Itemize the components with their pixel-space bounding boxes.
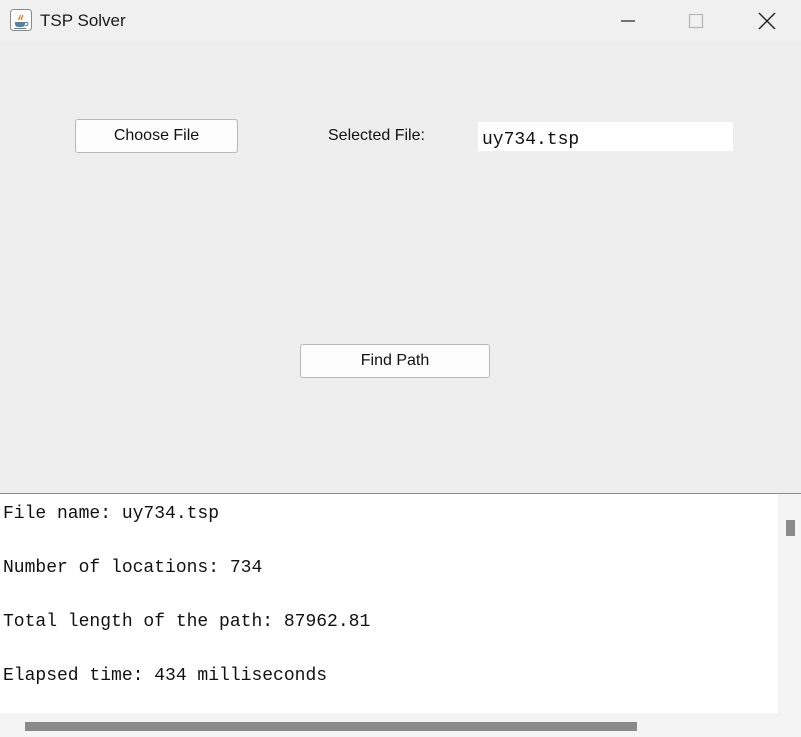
output-text: File name: uy734.tsp Number of locations… xyxy=(3,502,773,718)
main-panel: Choose File Selected File: uy734.tsp Fin… xyxy=(0,42,801,493)
output-text-area[interactable]: File name: uy734.tsp Number of locations… xyxy=(0,493,801,737)
find-path-button[interactable]: Find Path xyxy=(300,344,490,378)
selected-file-label: Selected File: xyxy=(328,127,425,144)
close-button[interactable] xyxy=(744,0,790,42)
title-bar: TSP Solver xyxy=(0,0,801,42)
vertical-scroll-thumb[interactable] xyxy=(786,520,795,536)
maximize-icon xyxy=(688,13,704,29)
output-line-path-length: Total length of the path: 87962.81 xyxy=(3,612,371,632)
horizontal-scrollbar[interactable] xyxy=(0,713,801,737)
window-title: TSP Solver xyxy=(40,11,126,30)
output-line-locations: Number of locations: 734 xyxy=(3,558,263,578)
maximize-button[interactable] xyxy=(673,0,719,42)
java-icon xyxy=(10,9,32,31)
close-icon xyxy=(758,12,776,30)
vertical-scrollbar[interactable] xyxy=(778,494,801,713)
minimize-button[interactable] xyxy=(605,0,651,42)
minimize-icon xyxy=(621,20,635,22)
output-line-file-name: File name: uy734.tsp xyxy=(3,504,220,524)
output-line-elapsed-time: Elapsed time: 434 milliseconds xyxy=(3,666,328,686)
horizontal-scroll-thumb[interactable] xyxy=(25,722,637,731)
selected-file-field[interactable]: uy734.tsp xyxy=(478,122,733,151)
choose-file-button[interactable]: Choose File xyxy=(75,119,238,153)
app-window: TSP Solver Choose File Selected File: uy… xyxy=(0,0,801,737)
